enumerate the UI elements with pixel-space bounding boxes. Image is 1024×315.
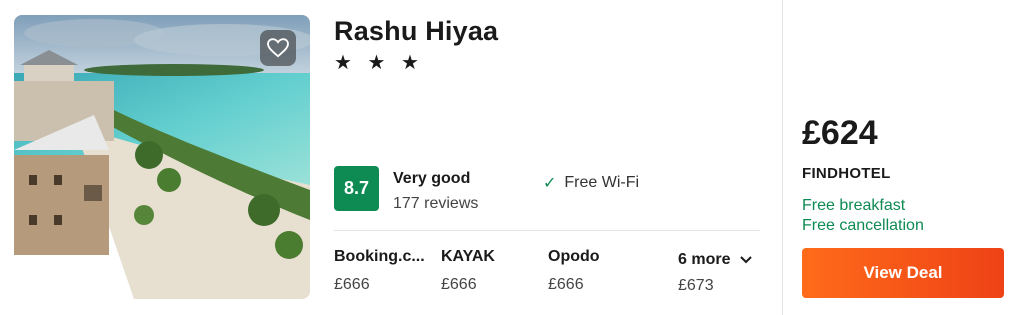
check-icon: ✓ [543, 175, 557, 192]
provider-name: Opodo [548, 248, 600, 265]
deal-price: £624 [802, 114, 878, 152]
column-divider [782, 0, 783, 315]
heart-outline-icon [267, 38, 289, 58]
review-count[interactable]: 177 reviews [393, 195, 478, 213]
chevron-down-icon [740, 256, 753, 264]
perk-free-cancellation: Free cancellation [802, 217, 924, 234]
hotel-name[interactable]: Rashu Hiyaa [334, 16, 498, 47]
more-providers-price: £673 [678, 277, 714, 294]
provider-kayak[interactable]: KAYAK £666 [441, 248, 551, 294]
deal-vendor: FINDHOTEL [802, 165, 891, 182]
favorite-button-overlay[interactable] [260, 30, 296, 66]
rating-score-badge: 8.7 [334, 166, 379, 211]
more-providers-toggle[interactable]: 6 more £673 [678, 251, 753, 295]
amenity-wifi: ✓ Free Wi-Fi [543, 173, 639, 193]
provider-booking[interactable]: Booking.c... £666 [334, 248, 444, 294]
hotel-result-card: Rashu Hiyaa ★ ★ ★ 8.7 Very good 177 revi… [0, 0, 1024, 315]
provider-price: £666 [548, 276, 584, 293]
provider-name: KAYAK [441, 248, 495, 265]
provider-price: £666 [441, 276, 477, 293]
provider-name: Booking.c... [334, 248, 425, 265]
section-divider [334, 230, 760, 231]
perk-free-breakfast: Free breakfast [802, 197, 906, 214]
provider-price: £666 [334, 276, 370, 293]
amenity-label: Free Wi-Fi [564, 174, 640, 191]
more-providers-label: 6 more [678, 251, 731, 268]
rating-label: Very good [393, 170, 471, 187]
star-rating: ★ ★ ★ [334, 52, 424, 74]
provider-opodo[interactable]: Opodo £666 [548, 248, 658, 294]
view-deal-button[interactable]: View Deal [802, 248, 1004, 298]
